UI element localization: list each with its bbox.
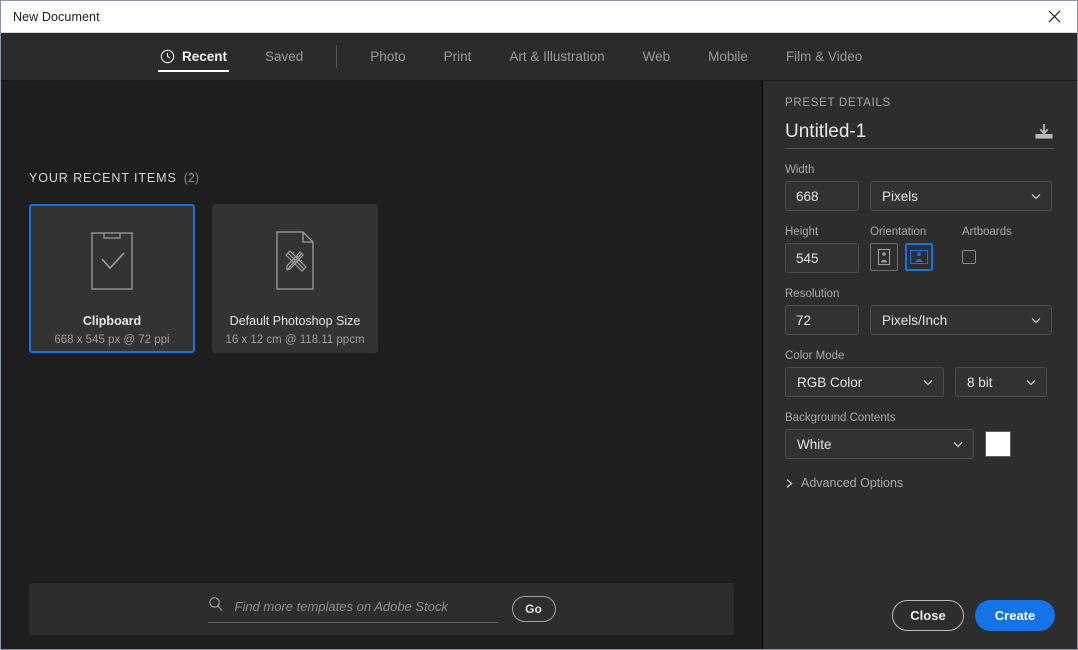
- search-icon: [208, 596, 224, 617]
- tab-divider: [336, 45, 338, 68]
- chevron-down-icon: [1031, 193, 1041, 200]
- resolution-units-dropdown[interactable]: Pixels/Inch: [870, 305, 1052, 335]
- landscape-orientation-button[interactable]: [905, 243, 933, 271]
- recent-item-clipboard[interactable]: Clipboard 668 x 545 px @ 72 ppi: [29, 204, 195, 353]
- recent-items-title: YOUR RECENT ITEMS: [29, 171, 177, 185]
- title-bar: New Document: [1, 1, 1077, 33]
- chevron-down-icon: [953, 441, 963, 448]
- background-contents-value: White: [797, 436, 832, 452]
- tab-saved[interactable]: Saved: [246, 33, 322, 80]
- height-orientation-artboards-labels: Height Orientation Artboards: [785, 211, 1055, 243]
- adobe-stock-search-bar: Go: [29, 583, 734, 635]
- chevron-down-icon: [1026, 379, 1036, 386]
- chevron-down-icon: [1031, 317, 1041, 324]
- artboards-label: Artboards: [962, 226, 1012, 238]
- color-mode-row: RGB Color 8 bit: [785, 367, 1055, 397]
- tab-web[interactable]: Web: [624, 33, 690, 80]
- tab-recent[interactable]: Recent: [141, 33, 246, 80]
- tab-print[interactable]: Print: [425, 33, 491, 80]
- resolution-label: Resolution: [785, 288, 840, 300]
- background-contents-dropdown[interactable]: White: [785, 429, 974, 459]
- background-color-swatch[interactable]: [985, 431, 1011, 457]
- advanced-options-label: Advanced Options: [801, 476, 904, 490]
- recent-item-details: 668 x 545 px @ 72 ppi: [54, 334, 170, 346]
- new-document-dialog: New Document Recent Saved Photo Print Ar…: [0, 0, 1078, 650]
- create-button[interactable]: Create: [975, 600, 1055, 631]
- background-contents-label: Background Contents: [785, 412, 896, 424]
- tab-label: Print: [443, 49, 472, 64]
- stock-search-input[interactable]: [234, 598, 498, 614]
- recent-item-name: Clipboard: [82, 314, 142, 328]
- tab-label: Saved: [265, 49, 304, 64]
- tab-label: Art & Illustration: [509, 49, 605, 64]
- portrait-orientation-button[interactable]: [870, 243, 898, 271]
- resolution-input[interactable]: [785, 305, 859, 335]
- color-mode-label: Color Mode: [785, 350, 845, 362]
- tab-label: Web: [642, 49, 671, 64]
- width-input[interactable]: [785, 181, 859, 211]
- adobe-stock-search-wrap: Go: [1, 583, 762, 649]
- bit-depth-dropdown[interactable]: 8 bit: [955, 367, 1047, 397]
- height-label: Height: [785, 226, 819, 238]
- width-units-value: Pixels: [882, 188, 919, 204]
- color-mode-value: RGB Color: [797, 374, 863, 390]
- document-name-input[interactable]: [785, 121, 1000, 143]
- close-icon: [1048, 10, 1061, 23]
- orientation-buttons: [870, 243, 962, 271]
- height-orientation-artboards-controls: [785, 243, 1055, 273]
- orientation-label: Orientation: [870, 226, 927, 238]
- background-contents-row: White: [785, 429, 1055, 459]
- save-preset-icon[interactable]: [1033, 123, 1055, 143]
- tab-label: Film & Video: [785, 49, 863, 64]
- preset-details-label: PRESET DETAILS: [785, 97, 891, 109]
- close-button[interactable]: Close: [892, 600, 964, 631]
- stock-search-field[interactable]: [207, 596, 498, 623]
- tab-label: Photo: [370, 49, 406, 64]
- window-title: New Document: [13, 9, 100, 24]
- tab-label: Mobile: [708, 49, 748, 64]
- resolution-units-value: Pixels/Inch: [882, 312, 948, 328]
- recent-item-details: 16 x 12 cm @ 118.11 ppcm: [225, 334, 365, 346]
- recent-item-default-photoshop-size[interactable]: Default Photoshop Size 16 x 12 cm @ 118.…: [212, 204, 378, 353]
- clock-icon: [160, 49, 175, 64]
- chevron-right-icon: [786, 478, 793, 488]
- clipboard-check-icon: [84, 228, 140, 294]
- advanced-options-toggle[interactable]: Advanced Options: [785, 476, 1055, 490]
- width-units-dropdown[interactable]: Pixels: [870, 181, 1052, 211]
- templates-pane: YOUR RECENT ITEMS (2) Clipboard 668 x 54…: [1, 81, 763, 649]
- width-row: Pixels: [785, 181, 1055, 211]
- active-tab-underline: [158, 70, 230, 72]
- document-name-row: [785, 121, 1055, 149]
- resolution-row: Pixels/Inch: [785, 305, 1055, 335]
- dialog-footer: Close Create: [785, 600, 1055, 649]
- landscape-orientation-icon: [909, 249, 929, 265]
- artboards-checkbox[interactable]: [962, 250, 976, 264]
- dialog-body: YOUR RECENT ITEMS (2) Clipboard 668 x 54…: [1, 81, 1077, 649]
- window-close-button[interactable]: [1032, 1, 1077, 32]
- bit-depth-value: 8 bit: [967, 374, 993, 390]
- recent-items-count: (2): [183, 171, 200, 185]
- document-pencil-ruler-icon: [267, 228, 323, 294]
- tab-photo[interactable]: Photo: [351, 33, 424, 80]
- height-input[interactable]: [785, 243, 859, 273]
- preset-details-panel: PRESET DETAILS Width Pixels: [763, 81, 1077, 649]
- chevron-down-icon: [923, 379, 933, 386]
- tab-mobile[interactable]: Mobile: [689, 33, 767, 80]
- tab-art-illustration[interactable]: Art & Illustration: [490, 33, 623, 80]
- width-label: Width: [785, 164, 815, 176]
- stock-go-button[interactable]: Go: [511, 596, 556, 622]
- category-tabbar: Recent Saved Photo Print Art & Illustrat…: [1, 33, 1077, 81]
- recent-items-header: YOUR RECENT ITEMS (2): [29, 171, 762, 185]
- tab-label: Recent: [182, 49, 228, 64]
- portrait-orientation-icon: [877, 248, 891, 266]
- recent-items-list: Clipboard 668 x 545 px @ 72 ppi Default …: [29, 204, 762, 353]
- recent-item-name: Default Photoshop Size: [229, 314, 361, 328]
- color-mode-dropdown[interactable]: RGB Color: [785, 367, 944, 397]
- tab-film-video[interactable]: Film & Video: [767, 33, 881, 80]
